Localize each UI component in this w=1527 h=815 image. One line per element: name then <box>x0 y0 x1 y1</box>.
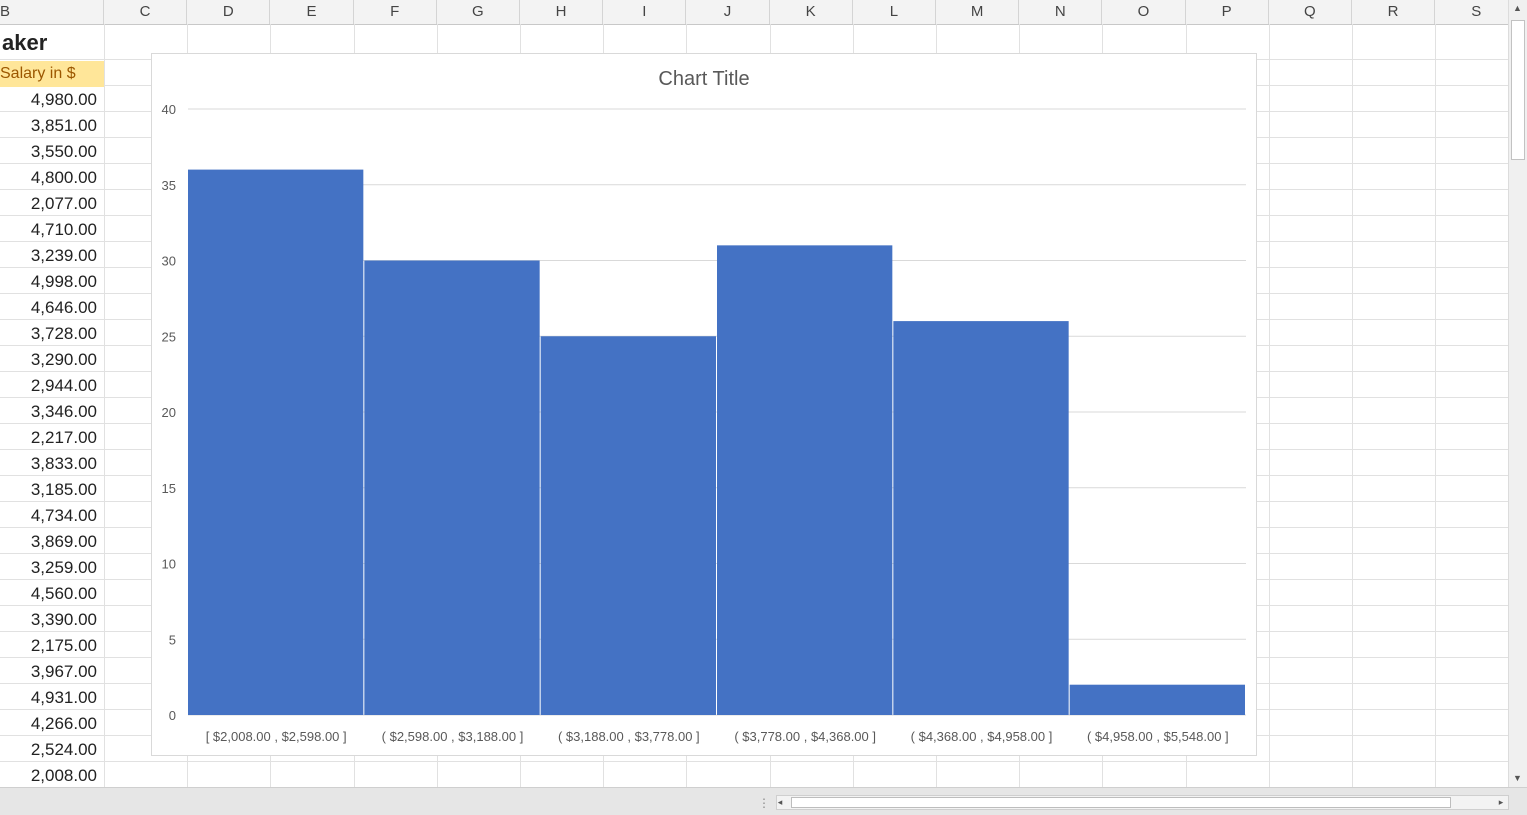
y-tick-label: 35 <box>162 178 176 193</box>
column-header-f[interactable]: F <box>354 0 437 24</box>
column-header-j[interactable]: J <box>686 0 770 24</box>
salary-cell[interactable]: 3,346.00 <box>0 399 104 425</box>
y-tick-label: 10 <box>162 557 176 572</box>
scroll-up-icon[interactable]: ▲ <box>1509 3 1526 13</box>
column-header-d[interactable]: D <box>187 0 271 24</box>
x-category-label: ( $3,778.00 , $4,368.00 ] <box>734 729 876 744</box>
salary-cell[interactable]: 3,728.00 <box>0 321 104 347</box>
column-header-o[interactable]: O <box>1102 0 1186 24</box>
grid-row-line <box>0 761 1508 762</box>
histogram-bar[interactable] <box>540 336 716 715</box>
salary-cell[interactable]: 4,800.00 <box>0 165 104 191</box>
vertical-scroll-thumb[interactable] <box>1511 20 1525 160</box>
column-header-e[interactable]: E <box>270 0 354 24</box>
vertical-scrollbar[interactable]: ▲ ▼ <box>1508 0 1527 787</box>
salary-cell[interactable]: 4,931.00 <box>0 685 104 711</box>
histogram-bar[interactable] <box>188 169 364 716</box>
salary-cell[interactable]: 3,550.00 <box>0 139 104 165</box>
salary-cell[interactable]: 3,851.00 <box>0 113 104 139</box>
horizontal-scroll-thumb[interactable] <box>791 797 1451 808</box>
scroll-down-icon[interactable]: ▼ <box>1509 773 1526 783</box>
column-header-k[interactable]: K <box>770 0 853 24</box>
horizontal-scrollbar[interactable]: ◂ ▸ <box>776 795 1509 810</box>
column-header-n[interactable]: N <box>1019 0 1103 24</box>
y-tick-label: 15 <box>162 481 176 496</box>
grid-column-line <box>1435 24 1436 787</box>
grid-column-line <box>1269 24 1270 787</box>
salary-cell[interactable]: 4,998.00 <box>0 269 104 295</box>
column-header-h[interactable]: H <box>520 0 604 24</box>
salary-cell[interactable]: 3,185.00 <box>0 477 104 503</box>
salary-cell[interactable]: 3,869.00 <box>0 529 104 555</box>
histogram-bar[interactable] <box>364 260 540 716</box>
grid-column-line <box>104 24 105 787</box>
x-category-label: ( $3,188.00 , $3,778.00 ] <box>558 729 700 744</box>
salary-cell[interactable]: 3,259.00 <box>0 555 104 581</box>
salary-cell[interactable]: 3,239.00 <box>0 243 104 269</box>
salary-cell[interactable]: 4,266.00 <box>0 711 104 737</box>
x-category-label: ( $4,368.00 , $4,958.00 ] <box>911 729 1053 744</box>
salary-cell[interactable]: 2,217.00 <box>0 425 104 451</box>
column-header-c[interactable]: C <box>104 0 188 24</box>
x-category-label: ( $2,598.00 , $3,188.00 ] <box>382 729 524 744</box>
column-header-b[interactable]: B <box>0 0 104 24</box>
scroll-right-icon[interactable]: ▸ <box>1495 797 1507 808</box>
salary-cell[interactable]: 2,524.00 <box>0 737 104 763</box>
column-header-g[interactable]: G <box>437 0 520 24</box>
y-tick-label: 0 <box>169 708 176 723</box>
split-handle-icon[interactable]: ⋮ <box>758 796 770 810</box>
y-tick-label: 20 <box>162 405 176 420</box>
histogram-bar[interactable] <box>717 245 893 715</box>
salary-cell[interactable]: 2,944.00 <box>0 373 104 399</box>
y-tick-label: 40 <box>162 102 176 117</box>
y-tick-label: 5 <box>169 632 176 647</box>
column-header-i[interactable]: I <box>603 0 687 24</box>
salary-cell[interactable]: 4,980.00 <box>0 87 104 113</box>
column-header-s[interactable]: S <box>1435 0 1508 24</box>
chart-title[interactable]: Chart Title <box>658 68 749 90</box>
histogram-bar[interactable] <box>1069 684 1245 715</box>
scroll-left-icon[interactable]: ◂ <box>774 797 786 808</box>
salary-cell[interactable]: 3,390.00 <box>0 607 104 633</box>
salary-header-cell[interactable]: Salary in $ <box>0 61 104 87</box>
salary-cell[interactable]: 3,290.00 <box>0 347 104 373</box>
sheet-title-cell[interactable]: aker <box>0 30 104 56</box>
column-header-p[interactable]: P <box>1186 0 1269 24</box>
column-header-l[interactable]: L <box>853 0 936 24</box>
salary-cell[interactable]: 4,646.00 <box>0 295 104 321</box>
histogram-bar[interactable] <box>893 321 1069 715</box>
salary-cell[interactable]: 2,008.00 <box>0 763 104 787</box>
status-bar: ⋮ ◂ ▸ <box>0 787 1527 815</box>
salary-cell[interactable]: 2,175.00 <box>0 633 104 659</box>
column-header-q[interactable]: Q <box>1269 0 1352 24</box>
histogram-chart[interactable]: Chart Title 0 5 10 15 20 25 30 35 40 [ $2,008.00… <box>151 53 1257 756</box>
salary-cell[interactable]: 2,077.00 <box>0 191 104 217</box>
salary-cell[interactable]: 3,833.00 <box>0 451 104 477</box>
salary-cell[interactable]: 4,734.00 <box>0 503 104 529</box>
y-tick-label: 30 <box>162 254 176 269</box>
salary-cell[interactable]: 4,710.00 <box>0 217 104 243</box>
x-category-label: [ $2,008.00 , $2,598.00 ] <box>206 729 347 744</box>
column-header-m[interactable]: M <box>936 0 1020 24</box>
y-tick-label: 25 <box>162 329 176 344</box>
salary-cell[interactable]: 3,967.00 <box>0 659 104 685</box>
grid-column-line <box>1352 24 1353 787</box>
column-header-r[interactable]: R <box>1352 0 1436 24</box>
salary-cell[interactable]: 4,560.00 <box>0 581 104 607</box>
x-category-label: ( $4,958.00 , $5,548.00 ] <box>1087 729 1229 744</box>
column-header-row: BCDEFGHIJKLMNOPQRS <box>0 0 1508 25</box>
